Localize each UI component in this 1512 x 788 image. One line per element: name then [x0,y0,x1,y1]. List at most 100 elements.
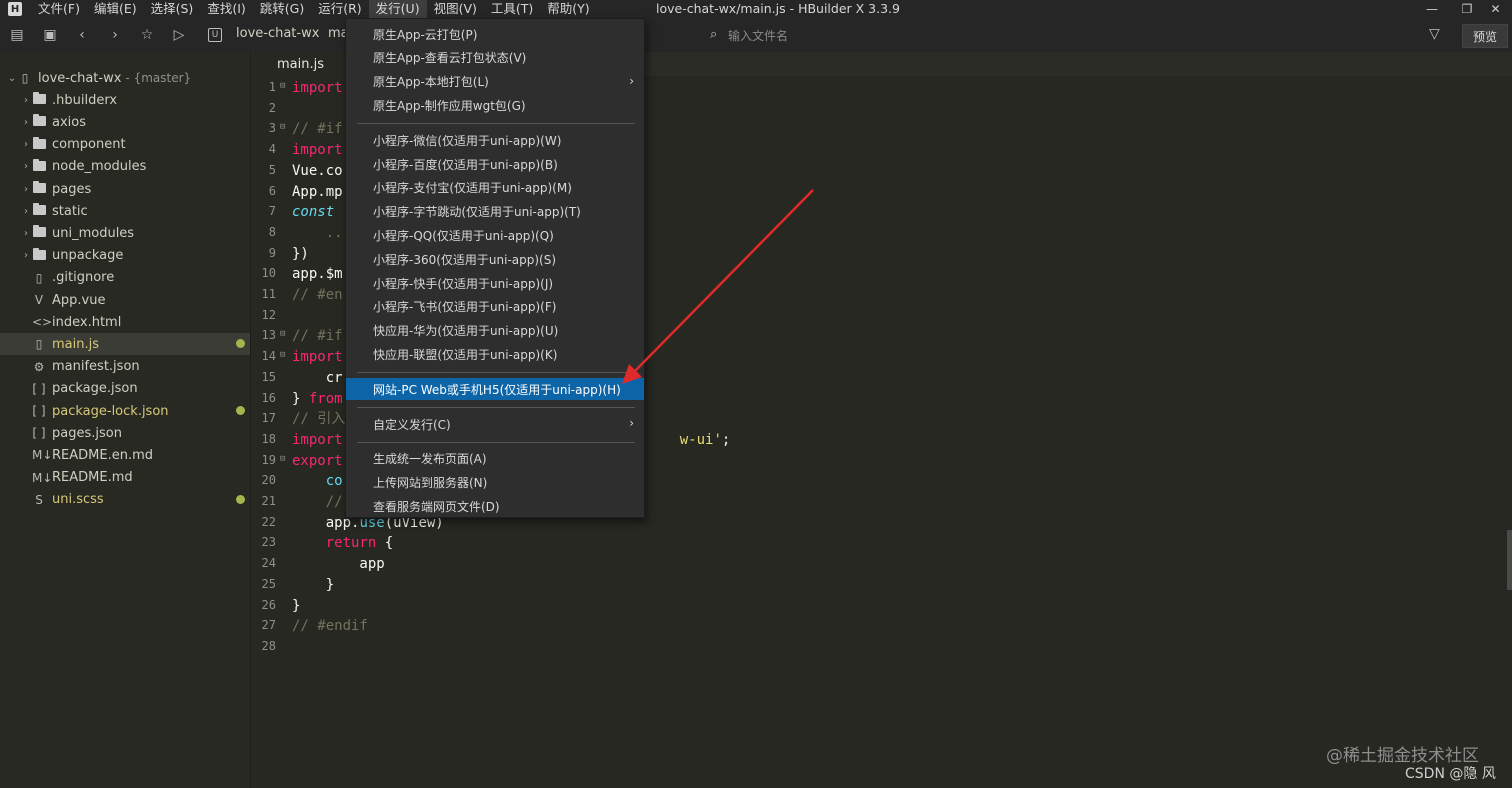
menu-item[interactable]: 跳转(G) [253,0,311,18]
publish-menu-item[interactable]: 小程序-QQ(仅适用于uni-app)(Q) [346,224,644,246]
publish-menu-item[interactable]: 原生App-查看云打包状态(V) [346,47,644,69]
menu-list: 文件(F) 编辑(E) 选择(S) 查找(I) 跳转(G) 运行(R) 发行(U) 视图(V)… [31,0,597,18]
run-icon[interactable]: ▷ [169,25,189,45]
menu-separator [357,372,635,374]
code-token: { [376,535,394,552]
folder-item[interactable]: › component [0,134,250,156]
file-item[interactable]: ⚙ manifest.json [0,356,250,378]
publish-menu-item[interactable]: 查看服务端网页文件(D) [346,495,644,517]
folder-item[interactable]: › unpackage [0,245,250,267]
publish-menu-item[interactable]: 原生App-制作应用wgt包(G) [346,94,644,116]
code-line: // #en [292,285,343,305]
file-item[interactable]: [ ] pages.json [0,422,250,444]
publish-menu-item[interactable]: 原生App-云打包(P) [346,23,644,45]
publish-menu-item[interactable]: 快应用-华为(仅适用于uni-app)(U) [346,320,644,342]
folder-item[interactable]: › .hbuilderx [0,89,250,111]
project-root[interactable]: ⌄ ▯ love-chat-wx - {master} [0,67,250,89]
new-file-icon[interactable]: ▤ [7,25,27,45]
publish-menu-item[interactable]: 小程序-字节跳动(仅适用于uni-app)(T) [346,201,644,223]
publish-menu-item-label: 生成统一发布页面(A) [373,452,487,467]
code-line: cr [292,368,343,388]
chevron-right-icon[interactable]: › [20,139,32,150]
chevron-down-icon[interactable]: ⌄ [6,73,18,84]
publish-menu-item[interactable]: 生成统一发布页面(A) [346,448,644,470]
menu-item[interactable]: 选择(S) [144,0,201,18]
line-number: 15 [261,369,276,384]
submenu-arrow-icon: › [629,73,634,88]
file-item[interactable]: ▯ .gitignore [0,267,250,289]
modified-badge [236,339,245,349]
fold-toggle-icon[interactable]: ⊟ [280,81,285,91]
menu-item[interactable]: 运行(R) [311,0,368,18]
close-icon[interactable]: ✕ [1479,0,1512,18]
folder-item[interactable]: › pages [0,178,250,200]
save-icon[interactable]: ▣ [40,25,60,45]
publish-menu-item[interactable]: 上传网站到服务器(N) [346,472,644,494]
line-number: 26 [261,597,276,612]
tab-main-js[interactable]: main.js [252,52,346,76]
folder-item[interactable]: › node_modules [0,156,250,178]
chevron-right-icon[interactable]: › [20,117,32,128]
file-item[interactable]: [ ] package.json [0,378,250,400]
folder-item[interactable]: › uni_modules [0,222,250,244]
breadcrumb-project[interactable]: love-chat-wx [236,26,319,41]
file-item[interactable]: ▯ main.js [0,333,250,356]
chevron-right-icon[interactable]: › [20,206,32,217]
bookmark-star-icon[interactable]: ☆ [137,25,157,45]
modified-badge [236,494,245,504]
line-number: 16 [261,390,276,405]
file-item[interactable]: Suni.scss [0,489,250,511]
publish-menu-item-label: 上传网站到服务器(N) [373,476,488,491]
file-item[interactable]: [ ] package-lock.json [0,400,250,422]
publish-menu-item[interactable]: 小程序-快手(仅适用于uni-app)(J) [346,272,644,294]
menu-item[interactable]: 编辑(E) [87,0,144,18]
publish-menu-item[interactable]: 快应用-联盟(仅适用于uni-app)(K) [346,343,644,365]
publish-menu-item[interactable]: 小程序-支付宝(仅适用于uni-app)(M) [346,177,644,199]
preview-button[interactable]: 预览 [1462,24,1508,48]
menu-item[interactable]: 文件(F) [31,0,87,18]
menu-item[interactable]: 工具(T) [484,0,540,18]
forward-icon[interactable]: › [105,25,125,45]
publish-menu-item-label: 小程序-百度(仅适用于uni-app)(B) [373,157,558,172]
chevron-right-icon[interactable]: › [20,161,32,172]
file-item[interactable]: M↓ README.en.md [0,444,250,466]
search-file-icon: ⌕ [710,27,718,42]
fold-toggle-icon[interactable]: ⊟ [280,122,285,132]
menu-item[interactable]: 帮助(Y) [540,0,596,18]
chevron-right-icon[interactable]: › [20,228,32,239]
back-icon[interactable]: ‹ [72,25,92,45]
file-search-input[interactable] [728,26,1128,46]
menu-item[interactable]: 视图(V) [427,0,484,18]
publish-menu-item[interactable]: 小程序-百度(仅适用于uni-app)(B) [346,153,644,175]
publish-menu-item[interactable]: 小程序-微信(仅适用于uni-app)(W) [346,129,644,151]
chevron-right-icon[interactable]: › [20,250,32,261]
chevron-right-icon[interactable]: › [20,95,32,106]
code-token: } [292,597,301,614]
file-item[interactable]: M↓ README.md [0,467,250,489]
manifest-file-icon: ⚙ [33,359,45,374]
publish-menu-item-label: 查看服务端网页文件(D) [373,499,500,514]
publish-menu-item[interactable]: 自定义发行(C) › [346,413,644,435]
json-file-icon: [ ] [32,426,46,441]
menu-item[interactable]: 查找(I) [200,0,252,18]
fold-toggle-icon[interactable]: ⊟ [280,350,285,360]
filter-icon[interactable]: ▽ [1429,26,1440,42]
menu-item[interactable]: 发行(U) [368,0,427,18]
line-number: 6 [268,183,276,198]
code-line: // [292,492,343,512]
file-item[interactable]: <> index.html [0,311,250,333]
publish-menu-item[interactable]: 网站-PC Web或手机H5(仅适用于uni-app)(H) [346,378,644,401]
git-branch-label: - {master} [125,71,192,85]
code-line: import [292,347,343,367]
fold-toggle-icon[interactable]: ⊟ [280,329,285,339]
publish-menu-item[interactable]: 原生App-本地打包(L) › [346,71,644,93]
publish-menu-item-label: 小程序-QQ(仅适用于uni-app)(Q) [373,228,554,243]
file-item[interactable]: V App.vue [0,289,250,311]
folder-item[interactable]: › axios [0,111,250,133]
fold-toggle-icon[interactable]: ⊟ [280,454,285,464]
folder-item[interactable]: › static [0,200,250,222]
chevron-right-icon[interactable]: › [20,184,32,195]
publish-menu-item[interactable]: 小程序-飞书(仅适用于uni-app)(F) [346,296,644,318]
editor-scrollbar[interactable] [1507,530,1512,590]
publish-menu-item[interactable]: 小程序-360(仅适用于uni-app)(S) [346,248,644,270]
